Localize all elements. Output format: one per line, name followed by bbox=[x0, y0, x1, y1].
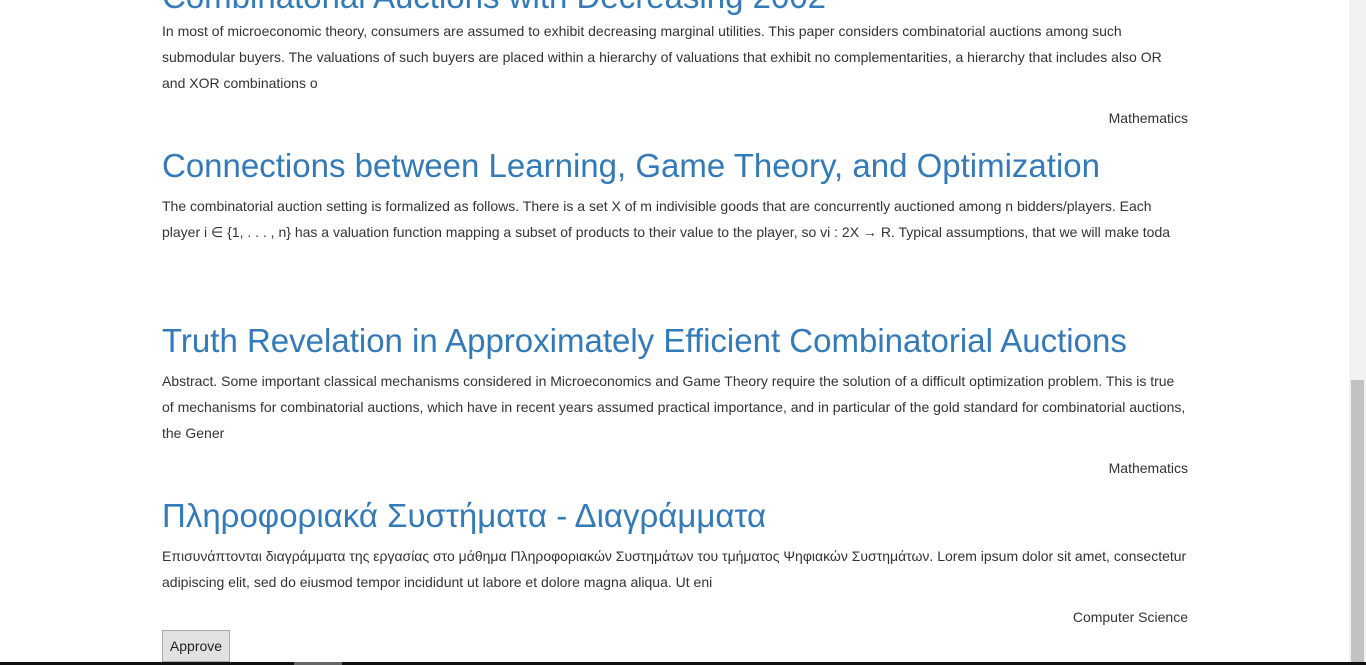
scrollbar-thumb[interactable] bbox=[1351, 380, 1364, 662]
article-category: Mathematics bbox=[1108, 460, 1188, 476]
article-title-link[interactable]: Πληροφοριακά Συστήματα - Διαγράμματα bbox=[162, 496, 766, 536]
article-title-link[interactable]: Combinatorial Auctions with Decreasing 2… bbox=[162, 0, 1188, 17]
article-category: Computer Science bbox=[1072, 609, 1188, 625]
article-title-link[interactable]: Truth Revelation in Approximately Effici… bbox=[162, 321, 1127, 361]
article-entry: Combinatorial Auctions with Decreasing 2… bbox=[162, 0, 1188, 17]
article-abstract: The combinatorial auction setting is for… bbox=[162, 198, 1171, 240]
page-viewport: Combinatorial Auctions with Decreasing 2… bbox=[0, 0, 1366, 665]
approve-button[interactable]: Approve bbox=[162, 630, 230, 662]
article-category: Mathematics bbox=[1108, 110, 1188, 126]
article-title-link[interactable]: Connections between Learning, Game Theor… bbox=[162, 146, 1100, 186]
article-abstract: Abstract. Some important classical mecha… bbox=[162, 373, 1186, 441]
article-abstract: Επισυνάπτονται διαγράμματα της εργασίας … bbox=[162, 548, 1187, 590]
article-abstract: In most of microeconomic theory, consume… bbox=[162, 23, 1162, 91]
article-entry: In most of microeconomic theory, consume… bbox=[162, 18, 1188, 96]
vertical-scrollbar[interactable] bbox=[1349, 0, 1366, 662]
